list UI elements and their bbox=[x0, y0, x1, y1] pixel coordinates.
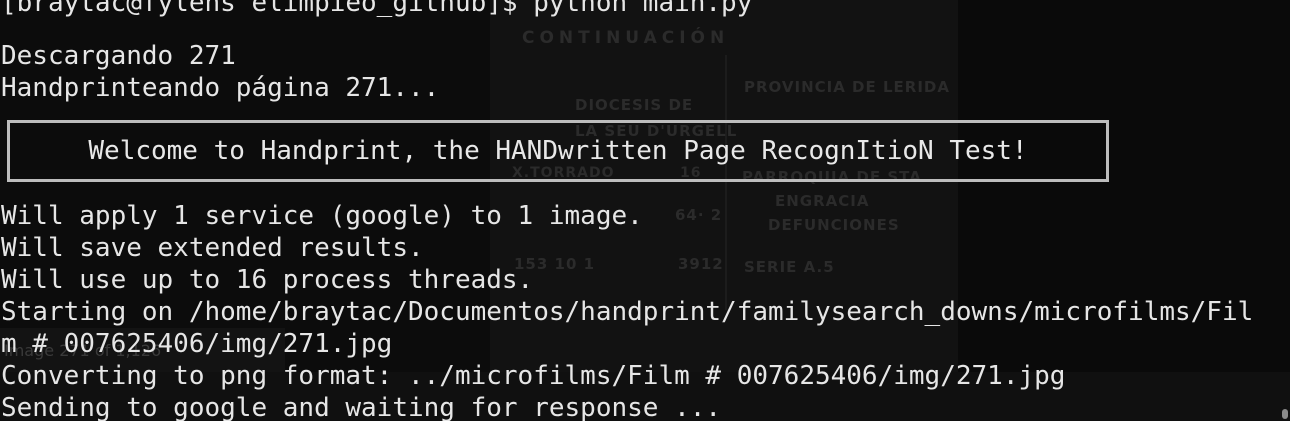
terminal-line: Sending to google and waiting for respon… bbox=[1, 393, 722, 421]
terminal-prompt-line: [braytac@fylens elimpieo_github]$ python… bbox=[1, 0, 753, 18]
background-document-number-64: 64· 2 bbox=[675, 206, 723, 224]
background-document-series: SERIE A.5 bbox=[744, 258, 835, 276]
terminal-line: Will use up to 16 process threads. bbox=[1, 265, 534, 295]
background-document-divider bbox=[725, 55, 727, 310]
background-document-number-3912: 3912 bbox=[678, 255, 724, 273]
background-document-province: PROVINCIA DE LERIDA bbox=[744, 78, 950, 96]
scrollbar-thumb[interactable] bbox=[1282, 409, 1288, 419]
welcome-banner-text: Welcome to Handprint, the HANDwritten Pa… bbox=[88, 136, 1028, 166]
terminal-line: m # 007625406/img/271.jpg bbox=[1, 329, 393, 359]
background-document-title: CONTINUACIÓN bbox=[522, 28, 730, 48]
background-document-record-type: DEFUNCIONES bbox=[768, 216, 900, 234]
terminal-line: Handprinteando página 271... bbox=[1, 73, 440, 103]
terminal-line: Will apply 1 service (google) to 1 image… bbox=[1, 201, 643, 231]
terminal-line: Converting to png format: ../microfilms/… bbox=[1, 361, 1066, 391]
welcome-banner-box: Welcome to Handprint, the HANDwritten Pa… bbox=[7, 120, 1109, 182]
terminal-window[interactable]: CONTINUACIÓN PROVINCIA DE LERIDA DIOCESI… bbox=[0, 0, 1290, 421]
background-document-diocese: DIOCESIS DE bbox=[575, 96, 694, 114]
terminal-line: Starting on /home/braytac/Documentos/han… bbox=[1, 297, 1254, 327]
terminal-line: Will save extended results. bbox=[1, 233, 424, 263]
background-document-parish-name: ENGRACIA bbox=[775, 192, 870, 210]
terminal-line: Descargando 271 bbox=[1, 41, 236, 71]
